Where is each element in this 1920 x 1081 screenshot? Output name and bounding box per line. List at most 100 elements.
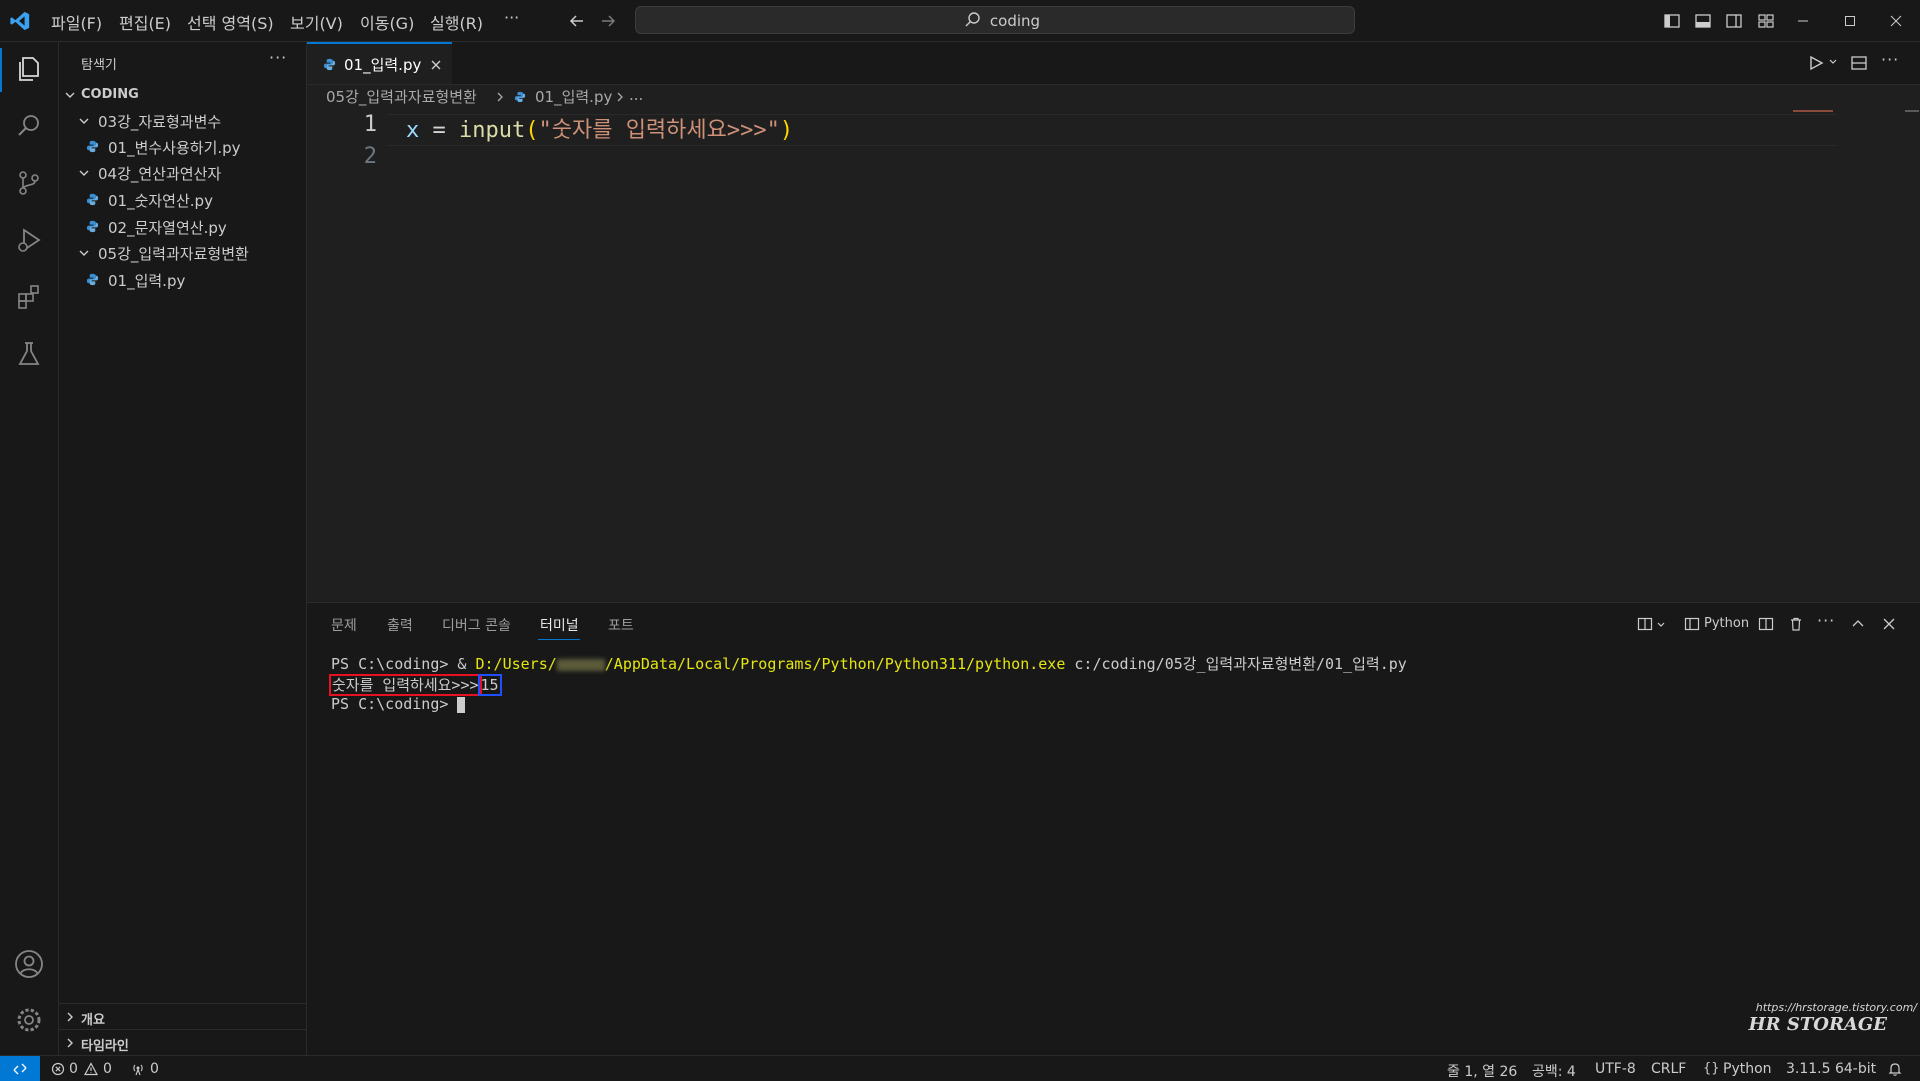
terminal-line-1: PS C:\coding> & D:/Users/ /AppData/Local/…	[331, 653, 1407, 674]
python-file-icon	[86, 273, 99, 286]
tab-problems[interactable]: 문제	[331, 615, 357, 635]
menu-file[interactable]: 파일(F)	[51, 10, 102, 34]
chevron-down-icon[interactable]	[1828, 57, 1838, 67]
tree-file[interactable]: 01_입력.py	[59, 267, 306, 293]
breadcrumb-folder[interactable]: 05강_입력과자료형변환	[326, 86, 477, 107]
menu-go[interactable]: 이동(G)	[360, 10, 414, 34]
search-label: coding	[989, 12, 1041, 30]
line-number: 1	[363, 112, 377, 137]
source-control-icon[interactable]	[12, 166, 46, 200]
tab-output[interactable]: 출력	[387, 615, 413, 635]
tree-folder[interactable]: 04강_연산과연산자	[59, 160, 306, 186]
scrollbar[interactable]	[1905, 110, 1919, 112]
breadcrumb: 05강_입력과자료형변환 01_입력.py ...	[307, 84, 1920, 110]
python-file-icon	[86, 140, 99, 153]
indentation[interactable]: 공백: 4	[1532, 1061, 1576, 1081]
close-panel-icon[interactable]	[1881, 616, 1897, 632]
python-interpreter[interactable]: 3.11.5 64-bit	[1786, 1061, 1876, 1077]
toggle-panel-icon[interactable]	[1691, 9, 1715, 33]
code-variable: x	[406, 118, 420, 143]
remote-icon	[13, 1063, 27, 1075]
breadcrumb-file[interactable]: 01_입력.py	[535, 86, 612, 107]
tree-folder[interactable]: 05강_입력과자료형변환	[59, 240, 306, 266]
split-terminal-icon[interactable]	[1758, 616, 1774, 632]
trash-icon[interactable]	[1788, 616, 1804, 632]
menu-view[interactable]: 보기(V)	[290, 10, 343, 34]
warning-count[interactable]: 0	[103, 1061, 112, 1077]
testing-flask-icon[interactable]	[12, 337, 46, 371]
cursor-position[interactable]: 줄 1, 열 26	[1447, 1061, 1517, 1081]
tab-01-input-py[interactable]: 01_입력.py	[307, 42, 452, 84]
ports-count[interactable]: 0	[150, 1061, 159, 1077]
new-terminal-split-icon[interactable]	[1637, 616, 1653, 632]
tree-file[interactable]: 02_문자열연산.py	[59, 214, 306, 240]
editor-more-icon[interactable]: ···	[1881, 50, 1899, 69]
error-icon[interactable]	[51, 1062, 65, 1076]
panel-more-icon[interactable]: ···	[1817, 611, 1835, 630]
code-editor[interactable]: 1 2 x = input("숫자를 입력하세요>>>")	[307, 110, 1920, 602]
extensions-icon[interactable]	[12, 280, 46, 314]
line-ending[interactable]: CRLF	[1651, 1061, 1686, 1077]
tab-debug-console[interactable]: 디버그 콘솔	[442, 615, 511, 635]
outline-section[interactable]: 개요	[59, 1003, 306, 1030]
run-debug-icon[interactable]	[12, 223, 46, 257]
customize-layout-icon[interactable]	[1754, 9, 1778, 33]
tree-file[interactable]: 01_숫자연산.py	[59, 187, 306, 213]
chevron-right-icon	[497, 92, 503, 102]
settings-gear-icon[interactable]	[12, 1003, 46, 1037]
run-file-icon[interactable]	[1807, 54, 1825, 72]
menu-more[interactable]: ···	[504, 8, 519, 27]
python-file-icon	[86, 193, 99, 206]
activity-bar	[0, 42, 59, 1055]
error-count[interactable]: 0	[69, 1061, 78, 1077]
search-icon[interactable]	[12, 109, 46, 143]
language-braces-icon[interactable]: {}	[1703, 1061, 1720, 1076]
sidebar-more-icon[interactable]: ···	[269, 48, 287, 67]
language-mode[interactable]: Python	[1723, 1061, 1772, 1077]
remote-indicator[interactable]	[0, 1056, 40, 1081]
command-center-search[interactable]: coding	[635, 6, 1355, 34]
watermark-name: HR STORAGE	[1748, 1014, 1887, 1035]
minimize-icon[interactable]	[1791, 9, 1815, 33]
notifications-bell-icon[interactable]	[1887, 1061, 1903, 1077]
minimap[interactable]	[1793, 110, 1833, 112]
close-window-icon[interactable]	[1884, 9, 1908, 33]
terminal-prompt: PS C:\coding> &	[331, 655, 476, 673]
split-editor-icon[interactable]	[1850, 54, 1868, 72]
forward-arrow-icon[interactable]	[596, 9, 620, 33]
terminal-shell-label[interactable]: Python	[1704, 616, 1749, 631]
back-arrow-icon[interactable]	[565, 9, 589, 33]
terminal-path: D:/Users/	[475, 655, 557, 673]
tree-root-coding[interactable]: CODING	[59, 82, 306, 108]
timeline-section[interactable]: 타임라인	[59, 1029, 306, 1056]
tree-file[interactable]: 01_변수사용하기.py	[59, 134, 306, 160]
python-file-icon	[514, 91, 526, 103]
tab-terminal[interactable]: 터미널	[540, 615, 579, 635]
toggle-secondary-sidebar-icon[interactable]	[1722, 9, 1746, 33]
maximize-icon[interactable]	[1838, 9, 1862, 33]
explorer-icon[interactable]	[12, 52, 46, 86]
toggle-primary-sidebar-icon[interactable]	[1660, 9, 1684, 33]
menu-selection[interactable]: 선택 영역(S)	[187, 10, 274, 34]
encoding[interactable]: UTF-8	[1595, 1061, 1636, 1077]
menu-edit[interactable]: 편집(E)	[119, 10, 171, 34]
status-bar: 0 0 0 줄 1, 열 26 공백: 4 UTF-8 CRLF {} Pyth…	[0, 1055, 1920, 1081]
chevron-right-icon	[617, 92, 623, 102]
code-operator: =	[419, 118, 459, 143]
title-bar: 파일(F) 편집(E) 선택 영역(S) 보기(V) 이동(G) 실행(R) ·…	[0, 0, 1920, 42]
breadcrumb-more[interactable]: ...	[629, 86, 643, 104]
bottom-panel: 문제 출력 디버그 콘솔 터미널 포트 Python ··· PS C:\cod…	[307, 602, 1920, 1056]
tree-folder[interactable]: 03강_자료형과변수	[59, 108, 306, 134]
maximize-panel-icon[interactable]	[1850, 616, 1866, 632]
menu-run[interactable]: 실행(R)	[430, 10, 483, 34]
ports-broadcast-icon[interactable]	[131, 1062, 145, 1076]
watermark: https://hrstorage.tistory.com/ HR STORAG…	[1717, 1001, 1917, 1035]
warning-icon[interactable]	[84, 1062, 98, 1076]
terminal-line-3[interactable]: PS C:\coding>	[331, 695, 466, 713]
account-icon[interactable]	[12, 947, 46, 981]
tree-file-label: 01_숫자연산.py	[108, 192, 213, 210]
tab-ports[interactable]: 포트	[608, 615, 634, 635]
close-tab-icon[interactable]	[429, 58, 443, 72]
chevron-down-icon[interactable]	[1656, 620, 1666, 630]
watermark-url: https://hrstorage.tistory.com/	[1755, 1001, 1917, 1014]
